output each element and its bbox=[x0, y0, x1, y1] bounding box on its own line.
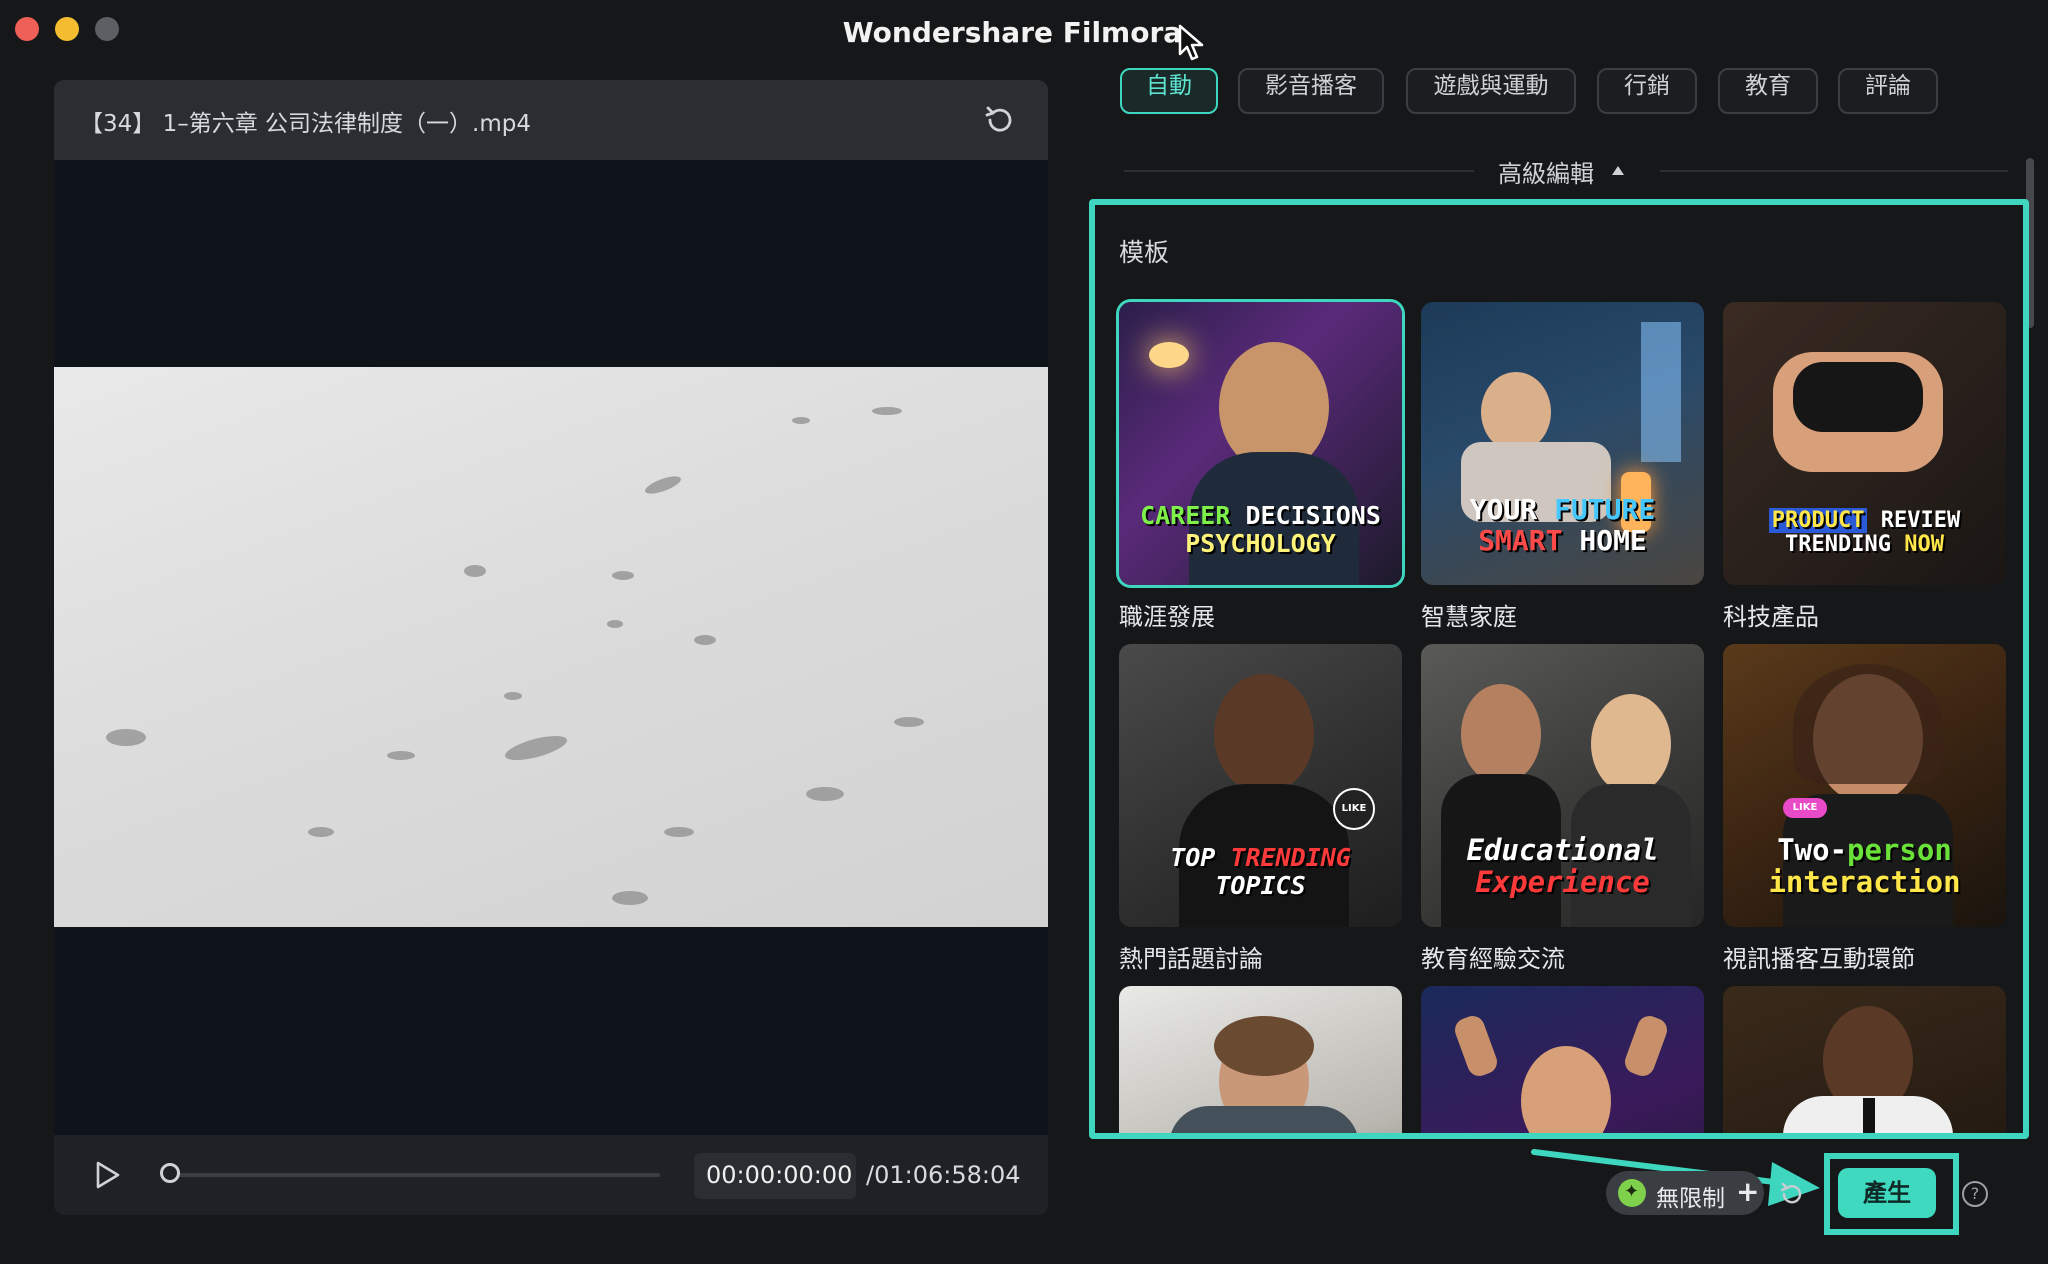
thumbnail-overlay-text: Educational Experience bbox=[1466, 833, 1659, 900]
play-icon[interactable] bbox=[88, 1157, 124, 1193]
template-thumbnail[interactable] bbox=[1119, 986, 1402, 1133]
template-caption: 熱門話題討論 bbox=[1119, 945, 1263, 973]
title-bar: Wondershare Filmora bbox=[0, 0, 2048, 66]
player-controls: 00:00:00:00 /01:06:58:04 bbox=[54, 1135, 1048, 1215]
template-card-two-person[interactable]: LIKE Two-person interaction 視訊播客互動環節 bbox=[1723, 644, 2006, 974]
template-thumbnail[interactable]: LIKE Two-person interaction bbox=[1723, 644, 2006, 927]
preview-player: 【34】 1–第六章 公司法律制度（一）.mp4 00:00:00:00 /01… bbox=[54, 80, 1048, 1215]
template-thumbnail[interactable]: PRODUCT REVIEW TRENDING NOW bbox=[1723, 302, 2006, 585]
template-card-smart-home[interactable]: YOUR FUTURE SMART HOME 智慧家庭 bbox=[1421, 302, 1704, 632]
app-window: Wondershare Filmora 【34】 1–第六章 公司法律制度（一）… bbox=[0, 0, 2048, 1264]
tab-auto[interactable]: 自動 bbox=[1120, 68, 1218, 114]
tab-education[interactable]: 教育 bbox=[1718, 68, 1818, 114]
plus-icon[interactable]: + bbox=[1736, 1175, 1759, 1208]
template-thumbnail[interactable]: YOUR FUTURE SMART HOME bbox=[1421, 302, 1704, 585]
template-thumbnail[interactable]: CAREER DECISIONS PSYCHOLOGY bbox=[1119, 302, 1402, 585]
template-thumbnail[interactable] bbox=[1421, 986, 1704, 1133]
thumbnail-overlay-text: TOP TRENDING TOPICS bbox=[1170, 843, 1351, 900]
template-card-career[interactable]: CAREER DECISIONS PSYCHOLOGY 職涯發展 bbox=[1119, 302, 1402, 632]
template-card-trending-topics[interactable]: LIKE TOP TRENDING TOPICS 熱門話題討論 bbox=[1119, 644, 1402, 974]
reload-icon[interactable] bbox=[982, 102, 1018, 138]
thumbnail-overlay-text: PRODUCT REVIEW TRENDING NOW bbox=[1723, 507, 2006, 557]
template-card-tech-product[interactable]: PRODUCT REVIEW TRENDING NOW 科技產品 bbox=[1723, 302, 2006, 632]
tab-marketing[interactable]: 行銷 bbox=[1597, 68, 1697, 114]
template-caption: 教育經驗交流 bbox=[1421, 945, 1565, 973]
template-thumbnail[interactable]: Educational Experience bbox=[1421, 644, 1704, 927]
tab-podcast[interactable]: 影音播客 bbox=[1238, 68, 1384, 114]
file-bar: 【34】 1–第六章 公司法律制度（一）.mp4 bbox=[54, 80, 1048, 160]
template-card-row3-1[interactable] bbox=[1119, 986, 1402, 1133]
help-icon[interactable]: ? bbox=[1962, 1181, 1988, 1207]
templates-title: 模板 bbox=[1119, 238, 1170, 267]
window-title: Wondershare Filmora bbox=[842, 16, 1183, 49]
tab-gaming-sports[interactable]: 遊戲與運動 bbox=[1406, 68, 1576, 114]
template-caption: 職涯發展 bbox=[1119, 603, 1215, 631]
like-badge-icon: LIKE bbox=[1783, 798, 1827, 818]
divider-right bbox=[1660, 170, 2008, 172]
tab-review[interactable]: 評論 bbox=[1838, 68, 1938, 114]
total-time: /01:06:58:04 bbox=[866, 1161, 1021, 1189]
thumbnail-overlay-text: YOUR FUTURE SMART HOME bbox=[1469, 493, 1656, 558]
template-caption: 科技產品 bbox=[1723, 603, 1819, 631]
like-badge-icon: LIKE bbox=[1333, 788, 1375, 830]
template-card-education[interactable]: Educational Experience 教育經驗交流 bbox=[1421, 644, 1704, 974]
template-caption: 智慧家庭 bbox=[1421, 603, 1517, 631]
template-caption: 視訊播客互動環節 bbox=[1723, 945, 1915, 973]
unlimited-credits-button[interactable]: 無限制 + bbox=[1606, 1171, 1764, 1215]
template-card-row3-2[interactable] bbox=[1421, 986, 1704, 1133]
template-thumbnail[interactable]: LIKE TOP TRENDING TOPICS bbox=[1119, 644, 1402, 927]
mouse-cursor-icon bbox=[1178, 24, 1204, 61]
thumbnail-overlay-text: Two-person interaction bbox=[1768, 833, 1961, 900]
advanced-edit-toggle[interactable]: 高級編輯 bbox=[1498, 154, 1594, 189]
refresh-icon[interactable] bbox=[1778, 1180, 1806, 1208]
thumbnail-overlay-text: CAREER DECISIONS PSYCHOLOGY bbox=[1140, 501, 1381, 558]
progress-handle[interactable] bbox=[160, 1163, 180, 1183]
unlimited-label: 無限制 bbox=[1656, 1186, 1725, 1212]
templates-panel: 模板 CAREER DECISIONS PSYCHOLOGY 職涯發展 YOUR… bbox=[1095, 205, 2023, 1133]
progress-track[interactable] bbox=[172, 1173, 660, 1177]
current-time: 00:00:00:00 bbox=[706, 1161, 853, 1189]
video-frame bbox=[54, 367, 1048, 927]
template-card-row3-3[interactable] bbox=[1723, 986, 2006, 1133]
template-thumbnail[interactable] bbox=[1723, 986, 2006, 1133]
divider-left bbox=[1124, 170, 1474, 172]
generate-button[interactable]: 產生 bbox=[1838, 1168, 1936, 1218]
file-name: 【34】 1–第六章 公司法律制度（一）.mp4 bbox=[80, 111, 531, 137]
credits-icon bbox=[1618, 1179, 1646, 1207]
caret-up-icon[interactable] bbox=[1612, 166, 1624, 175]
